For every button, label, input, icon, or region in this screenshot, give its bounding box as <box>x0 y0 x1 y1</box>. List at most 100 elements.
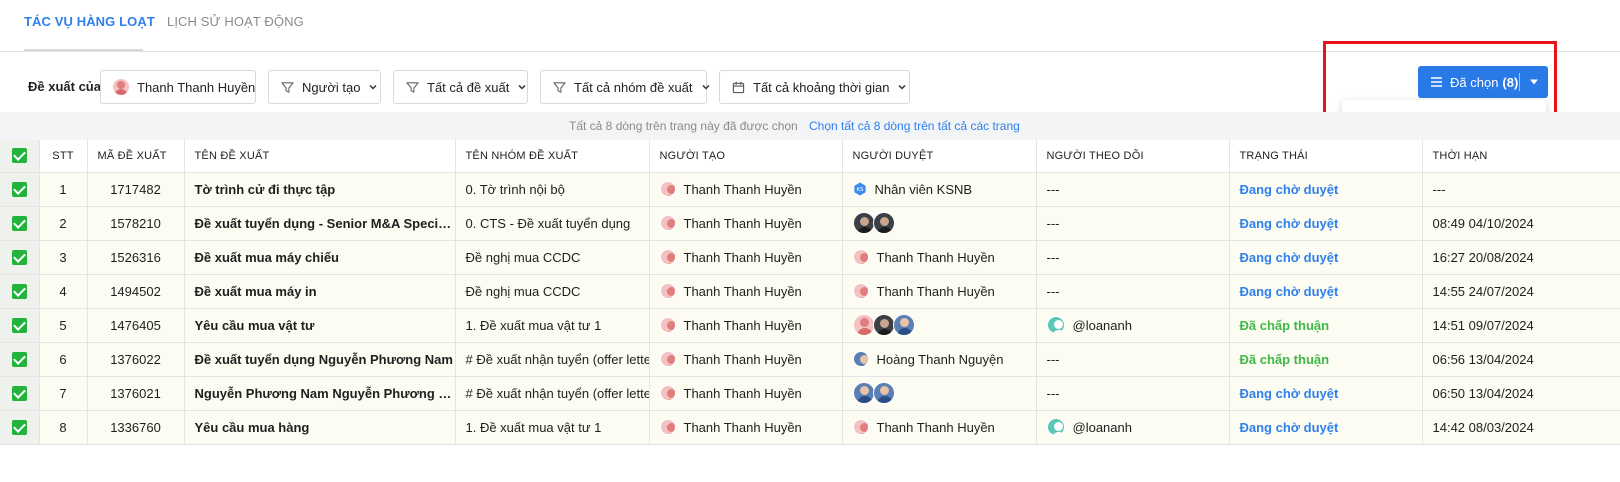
checkbox-checked-icon[interactable] <box>11 386 27 402</box>
row-proposal-name[interactable]: Đề xuất mua máy in <box>184 274 456 309</box>
row-proposal-name[interactable]: Yêu cầu mua vật tư <box>184 308 456 343</box>
creator-avatar <box>659 385 676 401</box>
table-row[interactable]: 6 1376022 Đề xuất tuyển dụng Nguyễn Phương… <box>0 342 1620 377</box>
row-checkbox[interactable] <box>0 376 40 411</box>
caret-down-icon[interactable] <box>1520 66 1548 98</box>
follower-name: --- <box>1046 215 1060 231</box>
table-row[interactable]: 3 1526316 Đề xuất mua máy chiếu Đề nghị mua… <box>0 240 1620 275</box>
follower-name: --- <box>1046 283 1060 299</box>
proposal-filter-button[interactable]: Tất cả đề xuất <box>393 70 528 104</box>
row-checkbox[interactable] <box>0 172 40 207</box>
checkbox-checked-icon[interactable] <box>11 284 27 300</box>
column-header: MÃ ĐỀ XUẤT <box>87 140 185 173</box>
row-proposal-name[interactable]: Nguyễn Phương Nam Nguyễn Phương Nam <box>184 376 456 411</box>
owner-filter-button[interactable]: Thanh Thanh Huyền <box>100 70 256 104</box>
filter-label: Đề xuất của: <box>28 79 106 94</box>
checkbox-checked-icon[interactable] <box>11 318 27 334</box>
row-deadline: 14:55 24/07/2024 <box>1422 274 1620 309</box>
group-filter-button[interactable]: Tất cả nhóm đề xuất <box>540 70 710 104</box>
time-filter-button[interactable]: Tất cả khoảng thời gian <box>719 70 910 104</box>
approver-avatars <box>852 212 1036 234</box>
row-deadline: 14:42 08/03/2024 <box>1422 410 1620 445</box>
creator-filter-button[interactable]: Người tạo <box>268 70 381 104</box>
follower-name: --- <box>1046 249 1060 265</box>
checkbox-checked-icon[interactable] <box>11 216 27 232</box>
checkbox-checked-icon[interactable] <box>11 420 27 436</box>
approver-avatars <box>852 314 1036 336</box>
approver-name: Hoàng Thanh Nguyện <box>876 351 1004 367</box>
row-deadline: --- <box>1422 172 1620 207</box>
approver-avatar <box>872 382 895 404</box>
tab-activity-history[interactable]: LỊCH SỬ HOẠT ĐỘNG <box>167 14 304 29</box>
row-group-name: Đề nghị mua CCDC <box>455 240 650 275</box>
row-approver: Thanh Thanh Huyền <box>842 240 1037 275</box>
row-proposal-name[interactable]: Tờ trình cử đi thực tập <box>184 172 456 207</box>
selected-actions-main[interactable]: Đã chọn (8) <box>1418 66 1519 98</box>
row-group-name: 1. Đề xuất mua vật tư 1 <box>455 410 650 445</box>
row-checkbox[interactable] <box>0 206 40 241</box>
checkbox-checked-icon[interactable] <box>11 148 27 164</box>
select-all-pages-link[interactable]: Chọn tất cả 8 dòng trên tất cả các trang <box>809 119 1020 133</box>
selected-label: Đã chọn <box>1450 74 1499 90</box>
selected-actions-button[interactable]: Đã chọn (8) <box>1418 66 1548 98</box>
table-row[interactable]: 5 1476405 Yêu cầu mua vật tư 1. Đề xuất mua… <box>0 308 1620 343</box>
row-status: Đang chờ duyệt <box>1229 274 1423 309</box>
row-checkbox[interactable] <box>0 410 40 445</box>
row-code: 1336760 <box>87 410 185 445</box>
filter-icon <box>281 79 294 95</box>
row-checkbox[interactable] <box>0 274 40 309</box>
row-checkbox[interactable] <box>0 342 40 377</box>
table-row[interactable]: 8 1336760 Yêu cầu mua hàng 1. Đề xuất mua v… <box>0 410 1620 445</box>
row-proposal-name[interactable]: Yêu cầu mua hàng <box>184 410 456 445</box>
row-creator: Thanh Thanh Huyền <box>649 240 843 275</box>
row-stt: 7 <box>39 376 88 411</box>
table-row[interactable]: 7 1376021 Nguyễn Phương Nam Nguyễn Phương … <box>0 376 1620 411</box>
row-status: Đang chờ duyệt <box>1229 410 1423 445</box>
row-stt: 4 <box>39 274 88 309</box>
row-status: Đang chờ duyệt <box>1229 206 1423 241</box>
creator-avatar <box>659 283 676 299</box>
row-approver: Hoàng Thanh Nguyện <box>842 342 1037 377</box>
column-header: STT <box>39 140 88 173</box>
row-status: Đã chấp thuận <box>1229 308 1423 343</box>
row-checkbox[interactable] <box>0 308 40 343</box>
row-proposal-name[interactable]: Đề xuất tuyển dụng Nguyễn Phương Nam <box>184 342 456 377</box>
row-stt: 2 <box>39 206 88 241</box>
approver-avatar <box>852 249 869 265</box>
row-approver <box>842 376 1037 411</box>
approver-name: Thanh Thanh Huyền <box>876 283 995 299</box>
table-row[interactable]: 4 1494502 Đề xuất mua máy in Đề nghị mua CC… <box>0 274 1620 309</box>
row-follower: --- <box>1036 240 1230 275</box>
column-header: TÊN NHÓM ĐỀ XUẤT <box>455 140 650 173</box>
row-status: Đang chờ duyệt <box>1229 240 1423 275</box>
select-all-checkbox[interactable] <box>0 140 40 173</box>
row-code: 1476405 <box>87 308 185 343</box>
creator-name: Thanh Thanh Huyền <box>683 419 802 435</box>
tab-bulk-actions[interactable]: TÁC VỤ HÀNG LOẠT <box>24 14 155 29</box>
row-deadline: 06:50 13/04/2024 <box>1422 376 1620 411</box>
creator-avatar <box>659 317 676 333</box>
table-row[interactable]: 2 1578210 Đề xuất tuyển dụng - Senior M&A … <box>0 206 1620 241</box>
row-creator: Thanh Thanh Huyền <box>649 206 843 241</box>
follower-name: @loananh <box>1072 317 1132 333</box>
row-proposal-name[interactable]: Đề xuất mua máy chiếu <box>184 240 456 275</box>
checkbox-checked-icon[interactable] <box>11 352 27 368</box>
follower-avatar <box>1046 316 1065 334</box>
table-body: 1 1717482 Tờ trình cử đi thực tập 0. Tờ trì… <box>0 172 1620 445</box>
row-checkbox[interactable] <box>0 240 40 275</box>
chevron-down-icon <box>701 82 711 92</box>
row-code: 1376022 <box>87 342 185 377</box>
table-row[interactable]: 1 1717482 Tờ trình cử đi thực tập 0. Tờ trì… <box>0 172 1620 207</box>
svg-text:KS: KS <box>856 187 864 193</box>
row-follower: --- <box>1036 342 1230 377</box>
row-proposal-name[interactable]: Đề xuất tuyển dụng - Senior M&A Speciali… <box>184 206 456 241</box>
follower-name: --- <box>1046 181 1060 197</box>
row-group-name: # Đề xuất nhận tuyển (offer letter) <box>455 342 650 377</box>
row-deadline: 16:27 20/08/2024 <box>1422 240 1620 275</box>
creator-name: Thanh Thanh Huyền <box>683 283 802 299</box>
checkbox-checked-icon[interactable] <box>11 182 27 198</box>
row-code: 1376021 <box>87 376 185 411</box>
approver-name: Thanh Thanh Huyền <box>876 419 995 435</box>
creator-name: Thanh Thanh Huyền <box>683 317 802 333</box>
checkbox-checked-icon[interactable] <box>11 250 27 266</box>
